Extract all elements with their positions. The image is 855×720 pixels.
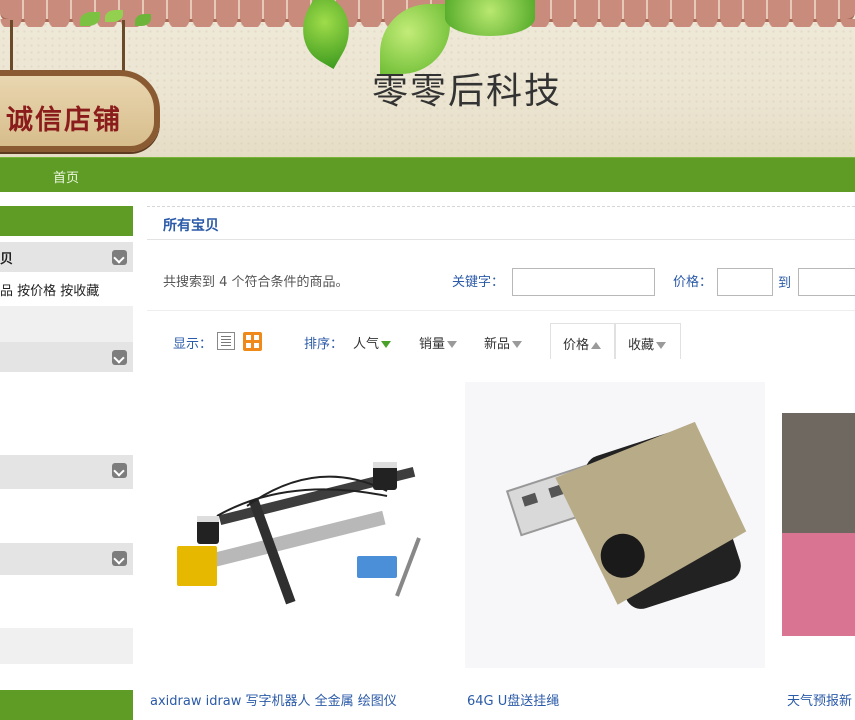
shop-banner: 诚信店铺 零零后科技 <box>0 0 855 157</box>
sort-newest[interactable]: 新品 <box>484 333 523 352</box>
sort-sales[interactable]: 销量 <box>419 333 458 352</box>
sidebar-header-bar <box>0 206 133 236</box>
chevron-down-icon[interactable] <box>112 551 127 566</box>
sort-favorites-tab[interactable]: 收藏 <box>615 323 681 359</box>
sidebar-section-header[interactable] <box>0 455 133 489</box>
keyword-input[interactable] <box>512 268 655 296</box>
product-title-link[interactable]: 天气预报新 <box>787 690 852 709</box>
sidebar-sort-links[interactable]: 品 按价格 按收藏 <box>0 280 99 299</box>
plotter-image <box>177 462 421 605</box>
list-view-icon[interactable] <box>217 332 235 350</box>
product-image[interactable] <box>157 436 447 616</box>
product-image[interactable] <box>465 382 765 668</box>
leaf-decoration <box>445 0 535 36</box>
product-image[interactable] <box>782 413 855 636</box>
main-nav: 首页 <box>0 157 855 192</box>
sidebar-block <box>0 306 133 346</box>
price-max-input[interactable] <box>798 268 855 296</box>
arrow-up-icon <box>591 342 602 349</box>
sidebar-section-title: 贝 <box>0 252 14 267</box>
sort-price-tab[interactable]: 价格 <box>550 323 615 359</box>
price-min-input[interactable] <box>717 268 773 296</box>
chevron-down-icon[interactable] <box>112 250 127 265</box>
arrow-down-icon <box>447 341 458 348</box>
product-title-link[interactable]: 64G U盘送挂绳 <box>467 690 559 709</box>
sort-option-label: 价格 <box>563 338 590 353</box>
sort-popularity[interactable]: 人气 <box>353 333 392 352</box>
usb-drive-image <box>465 382 765 668</box>
sort-favorites[interactable]: 收藏 <box>628 334 667 353</box>
sidebar-section-header[interactable]: 贝 <box>0 242 133 272</box>
keyword-label: 关键字： <box>452 275 505 290</box>
price-label: 价格： <box>673 275 713 290</box>
sidebar-section-header[interactable] <box>0 543 133 575</box>
page-title: 所有宝贝 <box>163 218 219 234</box>
grid-view-icon[interactable] <box>243 332 262 351</box>
sort-option-label: 收藏 <box>628 338 655 353</box>
arrow-down-icon <box>512 341 523 348</box>
sort-option-label: 销量 <box>419 337 446 352</box>
product-title-link[interactable]: axidraw idraw 写字机器人 全金属 绘图仪 <box>150 690 397 709</box>
result-count: 共搜索到 4 个符合条件的商品。 <box>163 275 349 290</box>
sidebar-footer-bar <box>0 690 133 720</box>
sidebar: 贝 品 按价格 按收藏 <box>0 206 133 720</box>
sidebar-block <box>0 628 133 664</box>
sort-label: 排序： <box>304 337 344 352</box>
main-content: 所有宝贝 共搜索到 4 个符合条件的商品。 关键字： 价格： 到 显示： 排序：… <box>147 206 855 720</box>
sidebar-section-header[interactable] <box>0 342 133 372</box>
sort-option-label: 人气 <box>353 337 380 352</box>
shop-title: 零零后科技 <box>372 71 563 112</box>
arrow-down-icon <box>656 342 667 349</box>
sort-price[interactable]: 价格 <box>563 334 602 353</box>
sign-text: 诚信店铺 <box>6 105 122 136</box>
chevron-down-icon[interactable] <box>112 463 127 478</box>
weather-lamp-image <box>782 533 855 636</box>
to-label: 到 <box>778 276 792 291</box>
arrow-down-icon <box>381 341 392 348</box>
sort-option-label: 新品 <box>484 337 511 352</box>
display-label: 显示： <box>173 337 213 352</box>
all-items-header: 所有宝贝 <box>147 206 855 240</box>
search-bar: 共搜索到 4 个符合条件的商品。 关键字： 价格： 到 <box>147 241 855 311</box>
shop-sign: 诚信店铺 <box>0 70 160 152</box>
display-sort-toolbar: 显示： 排序： 人气 销量 新品 价格 收藏 <box>147 323 855 361</box>
chevron-down-icon[interactable] <box>112 350 127 365</box>
nav-home-link[interactable]: 首页 <box>53 167 79 186</box>
